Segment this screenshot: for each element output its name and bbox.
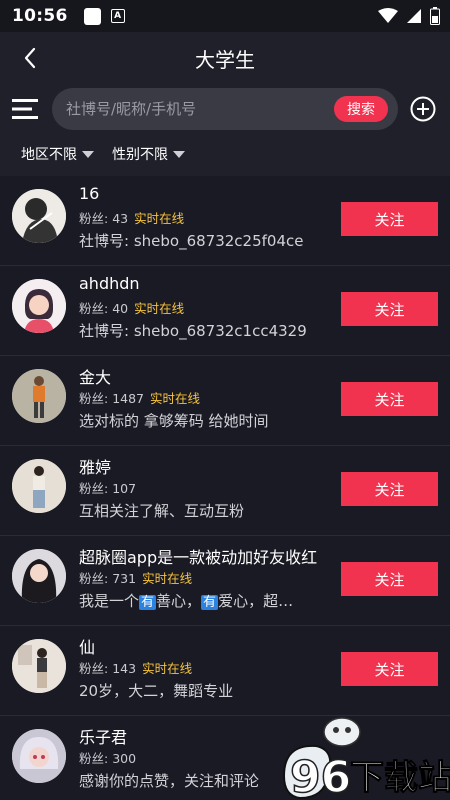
avatar — [12, 639, 66, 693]
back-button[interactable] — [16, 44, 44, 72]
user-meta: 粉丝: 1487 实时在线 — [79, 391, 201, 406]
back-arrow-icon — [24, 47, 36, 69]
user-name: 超脉圈app是一款被动加好友收红 — [79, 548, 318, 567]
filter-bar: 地区不限 性别不限 — [0, 140, 450, 168]
watermark-logo: 96 下载站 — [276, 706, 450, 800]
avatar — [12, 369, 66, 423]
title-bar: 大学生 — [0, 32, 450, 84]
user-name: 金大 — [79, 368, 112, 387]
follow-button[interactable]: 关注 — [341, 382, 438, 416]
user-name: 乐子君 — [79, 728, 128, 747]
user-desc: 20岁，大二，舞蹈专业 — [79, 682, 234, 700]
user-desc: 我是一个有善心，有爱心，超… — [79, 592, 294, 610]
region-filter-label: 地区不限 — [21, 147, 77, 163]
battery-icon — [430, 7, 440, 25]
user-name: 16 — [79, 184, 100, 203]
search-row: 搜索 — [0, 86, 450, 132]
list-item[interactable]: 16 粉丝: 43 实时在线 社博号: shebo_68732c25f04ce 关… — [0, 176, 450, 266]
fans-count: 43 — [112, 211, 129, 226]
status-time: 10:56 — [12, 6, 68, 26]
follow-button[interactable]: 关注 — [341, 472, 438, 506]
online-status: 实时在线 — [142, 571, 193, 586]
user-meta: 粉丝: 107 — [79, 481, 137, 496]
online-status: 实时在线 — [134, 301, 185, 316]
plus-circle-icon — [410, 96, 436, 122]
online-status: 实时在线 — [150, 391, 201, 406]
user-name: ahdhdn — [79, 274, 140, 293]
highlight-chip: 有 — [139, 595, 157, 610]
highlight-chip: 有 — [201, 595, 219, 610]
dropdown-arrow-icon — [173, 151, 185, 158]
fans-count: 143 — [112, 661, 137, 676]
online-status: 实时在线 — [134, 211, 185, 226]
list-item[interactable]: 超脉圈app是一款被动加好友收红 粉丝: 731 实时在线 我是一个有善心，有爱心… — [0, 536, 450, 626]
follow-button[interactable]: 关注 — [341, 292, 438, 326]
search-box: 搜索 — [52, 88, 398, 130]
gender-filter[interactable]: 性别不限 — [112, 144, 185, 164]
wifi-icon — [378, 8, 398, 23]
user-desc: 互相关注了解、互动互粉 — [79, 502, 245, 520]
gender-filter-label: 性别不限 — [112, 147, 168, 163]
user-desc: 选对标的 拿够筹码 给她时间 — [79, 412, 269, 430]
fans-count: 731 — [112, 571, 137, 586]
watermark-text: 下载站 — [350, 758, 450, 799]
fans-count: 300 — [112, 751, 137, 766]
user-meta: 粉丝: 40 实时在线 — [79, 301, 185, 316]
status-bar: 10:56 A — [0, 0, 450, 32]
user-meta: 粉丝: 731 实时在线 — [79, 571, 193, 586]
online-status: 实时在线 — [142, 661, 193, 676]
list-item[interactable]: 金大 粉丝: 1487 实时在线 选对标的 拿够筹码 给她时间 关注 — [0, 356, 450, 446]
svg-text:96: 96 — [290, 752, 351, 800]
user-desc: 社博号: shebo_68732c25f04ce — [79, 232, 304, 250]
user-name: 雅婷 — [79, 458, 112, 477]
avatar — [12, 459, 66, 513]
a-badge-icon: A — [110, 9, 125, 23]
avatar — [12, 189, 66, 243]
fans-count: 107 — [112, 481, 137, 496]
dropdown-arrow-icon — [82, 151, 94, 158]
user-meta: 粉丝: 43 实时在线 — [79, 211, 185, 226]
fans-count: 40 — [112, 301, 129, 316]
region-filter[interactable]: 地区不限 — [21, 144, 94, 164]
list-item[interactable]: 雅婷 粉丝: 107 互相关注了解、互动互粉 关注 — [0, 446, 450, 536]
fans-count: 1487 — [112, 391, 145, 406]
page-title: 大学生 — [195, 47, 255, 72]
follow-button[interactable]: 关注 — [341, 652, 438, 686]
menu-button[interactable] — [12, 96, 40, 122]
user-name: 仙 — [79, 638, 96, 657]
avatar — [12, 729, 66, 783]
signal-icon — [407, 9, 421, 23]
avatar — [12, 549, 66, 603]
user-meta: 粉丝: 143 实时在线 — [79, 661, 193, 676]
add-button[interactable] — [410, 96, 436, 122]
user-desc: 社博号: shebo_68732c1cc4329 — [79, 322, 307, 340]
menu-icon — [12, 99, 38, 119]
list-item[interactable]: ahdhdn 粉丝: 40 实时在线 社博号: shebo_68732c1cc43… — [0, 266, 450, 356]
follow-button[interactable]: 关注 — [341, 202, 438, 236]
notification-icon — [83, 7, 101, 25]
avatar — [12, 279, 66, 333]
list-item[interactable]: 仙 粉丝: 143 实时在线 20岁，大二，舞蹈专业 关注 — [0, 626, 450, 716]
user-meta: 粉丝: 300 — [79, 751, 137, 766]
search-button[interactable]: 搜索 — [334, 96, 388, 122]
follow-button[interactable]: 关注 — [341, 562, 438, 596]
